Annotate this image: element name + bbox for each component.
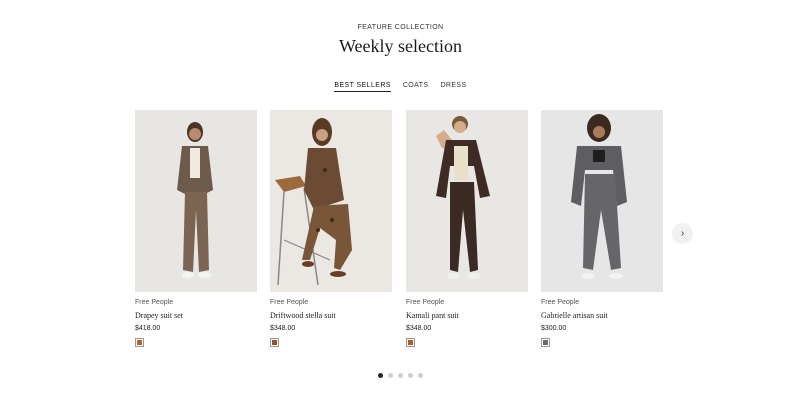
tab-best-sellers[interactable]: BEST SELLERS [334,82,391,92]
product-card[interactable]: Free People Driftwood stella suit $348.0… [270,110,392,347]
color-swatch[interactable] [135,338,144,347]
product-image[interactable] [270,110,392,292]
product-brand: Free People [406,299,445,306]
product-name[interactable]: Driftwood stella suit [270,311,392,320]
product-brand: Free People [541,299,580,306]
woman-dark-suit-photo [406,110,528,292]
pagination-dot[interactable] [408,373,413,378]
pagination-dot[interactable] [418,373,423,378]
product-name[interactable]: Kamali pant suit [406,311,528,320]
pagination-dot[interactable] [388,373,393,378]
section-eyebrow: FEATURE COLLECTION [357,24,444,31]
product-name[interactable]: Gabrielle artisan suit [541,311,663,320]
woman-grey-suit-photo [541,110,663,292]
product-price: $418.00 [135,325,161,332]
chevron-right-icon: › [680,228,685,239]
product-price: $300.00 [541,325,567,332]
product-name[interactable]: Drapey suit set [135,311,257,320]
product-brand: Free People [270,299,309,306]
woman-brown-suit-photo [135,110,257,292]
product-card[interactable]: Free People Gabrielle artisan suit $300.… [541,110,663,347]
product-card[interactable]: Free People Kamali pant suit $348.00 [406,110,528,347]
tab-coats[interactable]: COATS [403,82,429,92]
color-swatch[interactable] [541,338,550,347]
product-price: $348.00 [270,325,296,332]
product-card[interactable]: Free People Drapey suit set $418.00 [135,110,257,347]
product-brand: Free People [135,299,174,306]
collection-tabs: BEST SELLERS COATS DRESS [0,82,801,92]
tab-dress[interactable]: DRESS [440,82,466,92]
product-price: $348.00 [406,325,432,332]
pagination-dot[interactable] [378,373,383,378]
color-swatch[interactable] [406,338,415,347]
carousel-pagination [0,373,801,378]
product-image[interactable] [541,110,663,292]
product-image[interactable] [406,110,528,292]
carousel-next-button[interactable]: › [672,223,693,244]
product-image[interactable] [135,110,257,292]
color-swatch[interactable] [270,338,279,347]
pagination-dot[interactable] [398,373,403,378]
woman-patterned-suit-on-chair-photo [270,110,392,292]
section-title: Weekly selection [338,36,462,56]
